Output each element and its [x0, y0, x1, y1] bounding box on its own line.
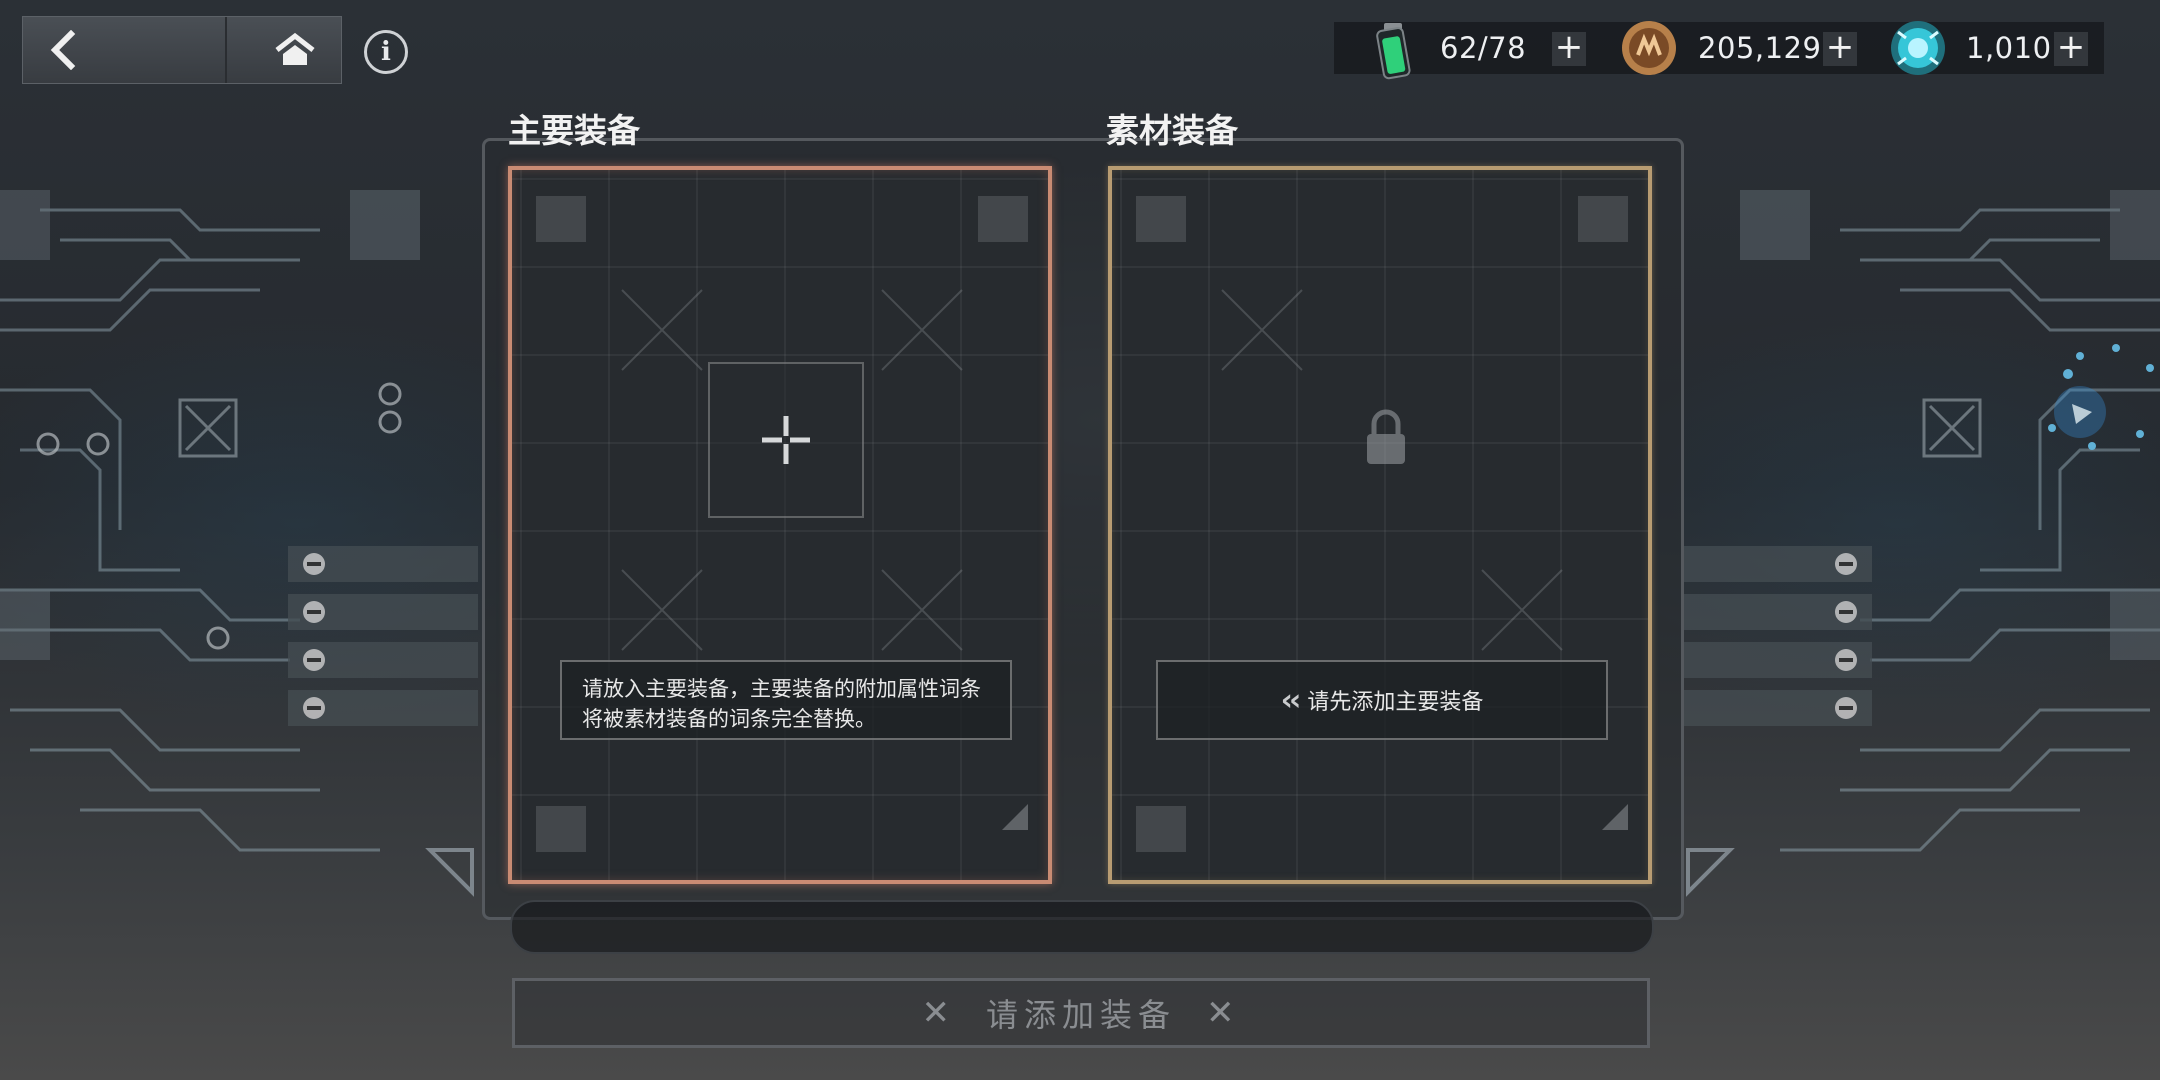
close-icon: ✕	[921, 993, 956, 1033]
crystal-gem-icon	[1891, 21, 1945, 75]
gold-value: 205,129	[1698, 31, 1822, 65]
resource-stamina: 62/78	[1374, 22, 1527, 80]
material-equipment-notice: ‹‹ 请先添加主要装备	[1156, 660, 1608, 740]
double-chevron-left-icon: ‹‹	[1280, 682, 1302, 718]
gold-plus-button[interactable]: +	[1823, 30, 1857, 66]
back-button[interactable]	[23, 17, 223, 83]
material-equipment-panel	[1108, 166, 1652, 884]
nav-divider	[225, 17, 251, 83]
notice-text: 请先添加主要装备	[1307, 690, 1484, 715]
plus-icon	[762, 416, 810, 464]
main-equipment-panel[interactable]	[508, 166, 1052, 884]
main-equipment-hint: 请放入主要装备，主要装备的附加属性词条 将被素材装备的词条完全替换。	[560, 660, 1012, 740]
left-circuit-decoration	[0, 190, 478, 897]
crystal-value: 1,010	[1966, 31, 2052, 65]
stamina-value: 62/78	[1440, 31, 1527, 65]
main-equipment-title: 主要装备	[508, 111, 640, 150]
panel-grid-decoration	[1136, 196, 1628, 852]
stamina-plus-button[interactable]: +	[1552, 30, 1586, 66]
material-slot-locked	[1310, 362, 1462, 514]
lock-icon	[1367, 409, 1405, 464]
add-equipment-label: 请添加装备	[985, 996, 1176, 1034]
hint-line-2: 将被素材装备的词条完全替换。	[582, 707, 876, 731]
nav-bar	[22, 16, 342, 84]
resource-bar: 62/78 + 205,129 + 1,010 +	[1334, 21, 2104, 80]
resource-gold: 205,129	[1620, 21, 1822, 75]
close-icon: ✕	[1206, 993, 1241, 1033]
add-main-equipment-slot[interactable]	[708, 362, 864, 518]
gold-coin-icon	[1622, 21, 1676, 75]
stamina-battery-icon	[1376, 23, 1411, 80]
hint-line-1: 请放入主要装备，主要装备的附加属性词条	[582, 677, 981, 701]
status-bar	[510, 900, 1654, 954]
chevron-left-icon	[50, 30, 76, 70]
add-equipment-button[interactable]: ✕ 请添加装备 ✕	[512, 978, 1650, 1048]
home-button[interactable]	[249, 17, 341, 83]
crystal-plus-button[interactable]: +	[2054, 30, 2088, 66]
home-icon	[275, 32, 315, 65]
material-equipment-title: 素材装备	[1106, 111, 1238, 150]
panel-grid-decoration	[536, 196, 1028, 852]
right-circuit-decoration	[1682, 190, 2160, 897]
resource-crystal: 1,010	[1888, 21, 2052, 75]
info-button[interactable]: i	[364, 30, 408, 74]
